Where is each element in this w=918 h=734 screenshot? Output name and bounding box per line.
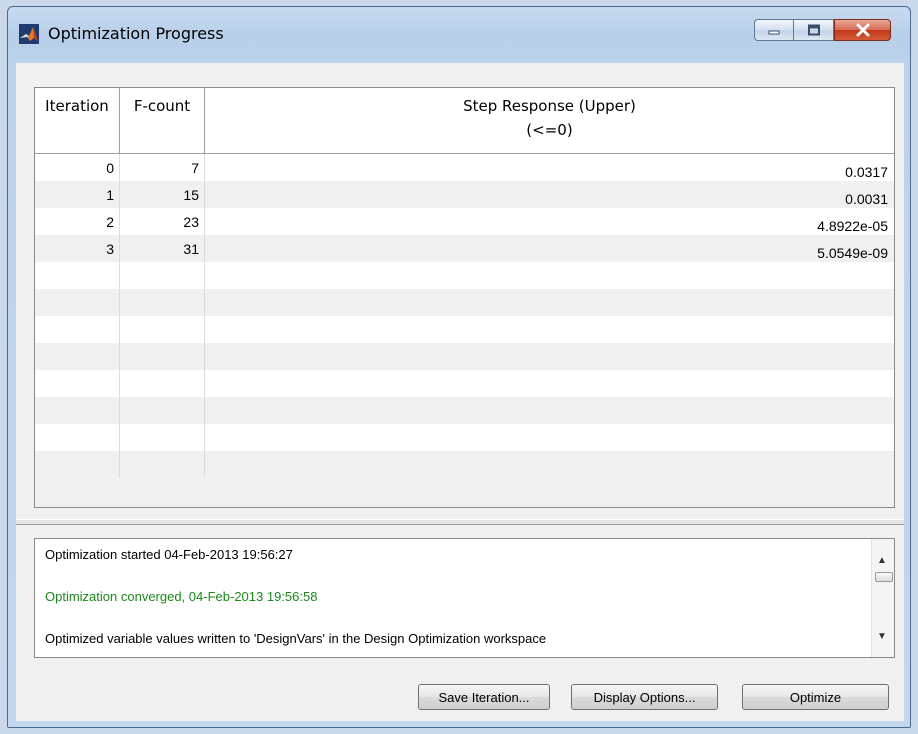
status-log-text: Optimization started 04-Feb-2013 19:56:2… [45,539,865,657]
table-row[interactable] [35,424,894,451]
display-options-button[interactable]: Display Options... [571,684,718,710]
window-client: Iteration F-count Step Response (Upper) … [16,63,904,721]
table-body: 0 7 0.0317 1 15 0.0031 2 23 4.8922e-05 3 31 5.05… [35,154,894,478]
restore-icon [807,24,820,36]
log-line-started: Optimization started 04-Feb-2013 19:56:2… [45,547,293,562]
cell-iteration [35,397,120,424]
cell-fcount: 23 [120,208,205,235]
table-header: Iteration F-count Step Response (Upper) … [35,88,894,154]
cell-step-response [205,262,894,289]
cell-step-response [205,397,894,424]
cell-step-response [205,289,894,316]
save-iteration-button[interactable]: Save Iteration... [418,684,550,710]
maximize-button[interactable] [794,19,834,41]
cell-step-response [205,370,894,397]
cell-fcount [120,262,205,289]
pane-splitter[interactable] [16,519,904,525]
header-step-response-constraint: (<=0) [526,121,573,139]
scroll-up-arrow-icon[interactable]: ▲ [877,555,887,566]
cell-fcount [120,424,205,451]
cell-fcount [120,289,205,316]
cell-iteration: 2 [35,208,120,235]
close-button[interactable] [834,19,891,41]
cell-iteration [35,262,120,289]
cell-step-response [205,343,894,370]
table-row[interactable]: 2 23 4.8922e-05 [35,208,894,235]
window-title: Optimization Progress [48,24,224,43]
cell-step-response: 5.0549e-09 [817,245,888,261]
cell-fcount: 31 [120,235,205,262]
cell-fcount [120,343,205,370]
cell-iteration [35,370,120,397]
table-row[interactable]: 1 15 0.0031 [35,181,894,208]
matlab-icon [19,24,39,44]
header-fcount[interactable]: F-count [120,88,205,153]
scroll-down-arrow-icon[interactable]: ▼ [877,631,887,642]
header-step-response-title: Step Response (Upper) [463,97,636,115]
cell-fcount [120,316,205,343]
cell-iteration [35,316,120,343]
table-row[interactable] [35,262,894,289]
cell-iteration: 0 [35,154,120,181]
cell-step-response: 0.0317 [845,164,888,180]
scroll-thumb[interactable] [875,572,893,582]
cell-step-response [205,424,894,451]
iteration-table-panel[interactable]: Iteration F-count Step Response (Upper) … [34,87,895,508]
cell-fcount [120,397,205,424]
cell-iteration: 3 [35,235,120,262]
minimize-icon [768,30,780,35]
minimize-button[interactable] [754,19,794,41]
table-row[interactable] [35,343,894,370]
log-scrollbar[interactable]: ▲ ▼ [871,539,894,657]
table-row[interactable] [35,451,894,478]
cell-step-response [205,451,894,478]
cell-iteration [35,451,120,478]
table-row[interactable] [35,316,894,343]
cell-iteration [35,424,120,451]
optimize-button[interactable]: Optimize [742,684,889,710]
optimization-progress-window: Optimization Progress Iteration F-count … [7,6,911,728]
table-row[interactable] [35,397,894,424]
cell-iteration: 1 [35,181,120,208]
cell-iteration [35,343,120,370]
table-row[interactable]: 3 31 5.0549e-09 [35,235,894,262]
header-step-response[interactable]: Step Response (Upper) (<=0) [205,88,894,153]
cell-step-response: 4.8922e-05 [817,218,888,234]
log-line-converged: Optimization converged, 04-Feb-2013 19:5… [45,589,318,604]
cell-iteration [35,289,120,316]
cell-step-response: 0.0031 [845,191,888,207]
status-log[interactable]: Optimization started 04-Feb-2013 19:56:2… [34,538,895,658]
table-row[interactable] [35,289,894,316]
table-row[interactable] [35,370,894,397]
cell-fcount: 15 [120,181,205,208]
header-iteration[interactable]: Iteration [35,88,120,153]
cell-fcount [120,370,205,397]
table-row[interactable]: 0 7 0.0317 [35,154,894,181]
close-icon [856,23,869,37]
cell-step-response [205,316,894,343]
title-bar[interactable]: Optimization Progress [8,7,910,63]
cell-fcount [120,451,205,478]
cell-fcount: 7 [120,154,205,181]
log-line-written: Optimized variable values written to 'De… [45,631,547,646]
iteration-table: Iteration F-count Step Response (Upper) … [35,88,894,478]
